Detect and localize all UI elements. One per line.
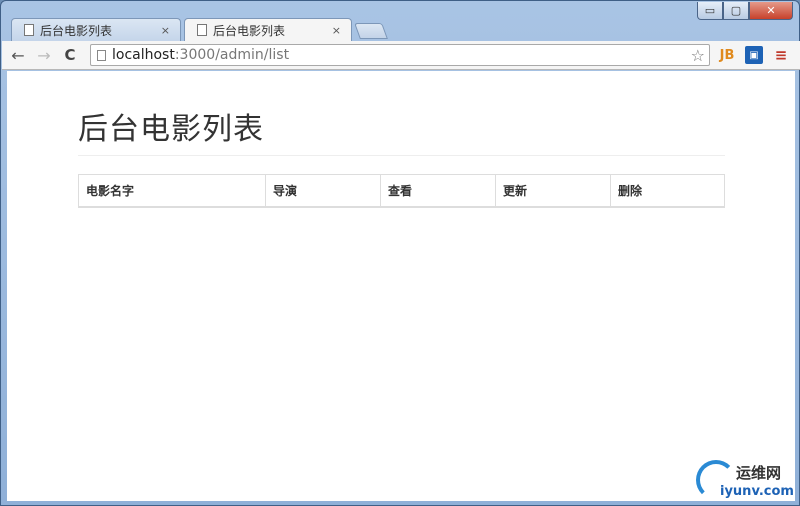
address-bar[interactable]: localhost:3000/admin/list ☆ — [90, 44, 710, 66]
table-header-row: 电影名字 导演 查看 更新 删除 — [78, 174, 725, 208]
tab-inactive[interactable]: 后台电影列表 × — [11, 18, 181, 41]
url-text: localhost:3000/admin/list — [112, 47, 289, 63]
tab-strip: 后台电影列表 × 后台电影列表 × — [9, 18, 789, 41]
page-icon — [24, 24, 34, 36]
reload-icon[interactable]: C — [60, 45, 80, 65]
menu-icon[interactable]: ≡ — [772, 46, 790, 64]
jetbrains-extension-icon[interactable]: JB — [718, 46, 736, 64]
url-host: localhost — [112, 47, 175, 63]
back-icon[interactable]: ← — [8, 45, 28, 65]
bookmark-star-icon[interactable]: ☆ — [691, 46, 705, 65]
url-path: :3000/admin/list — [174, 47, 290, 63]
column-header-director: 导演 — [265, 174, 381, 208]
page-icon — [97, 49, 106, 61]
column-header-view: 查看 — [380, 174, 496, 208]
browser-window: ▭ ▢ ✕ 后台电影列表 × 后台电影列表 × ← → C localhost:… — [0, 0, 800, 506]
forward-icon[interactable]: → — [34, 45, 54, 65]
extension-icon[interactable]: ▣ — [745, 46, 763, 64]
tab-close-icon[interactable]: × — [161, 24, 170, 37]
page-content: 后台电影列表 电影名字 导演 查看 更新 删除 — [7, 71, 795, 501]
page-icon — [197, 24, 207, 36]
movie-table: 电影名字 导演 查看 更新 删除 — [78, 174, 725, 208]
column-header-update: 更新 — [495, 174, 611, 208]
tab-active[interactable]: 后台电影列表 × — [184, 18, 352, 41]
new-tab-button[interactable] — [354, 23, 388, 39]
watermark-cn-text: 运维网 — [736, 464, 782, 482]
watermark-logo: 运维网 iyunv.com — [696, 460, 800, 506]
tab-label: 后台电影列表 — [40, 23, 113, 38]
column-header-delete: 删除 — [610, 174, 725, 208]
title-bar: ▭ ▢ ✕ 后台电影列表 × 后台电影列表 × — [1, 1, 799, 41]
tab-close-icon[interactable]: × — [332, 24, 341, 37]
tab-label: 后台电影列表 — [213, 23, 286, 38]
watermark-en-text: iyunv.com — [720, 484, 794, 499]
title-divider — [78, 155, 725, 156]
page-title: 后台电影列表 — [78, 112, 264, 147]
column-header-movie-name: 电影名字 — [78, 174, 266, 208]
browser-toolbar: ← → C localhost:3000/admin/list ☆ JB ▣ ≡ — [2, 41, 800, 70]
